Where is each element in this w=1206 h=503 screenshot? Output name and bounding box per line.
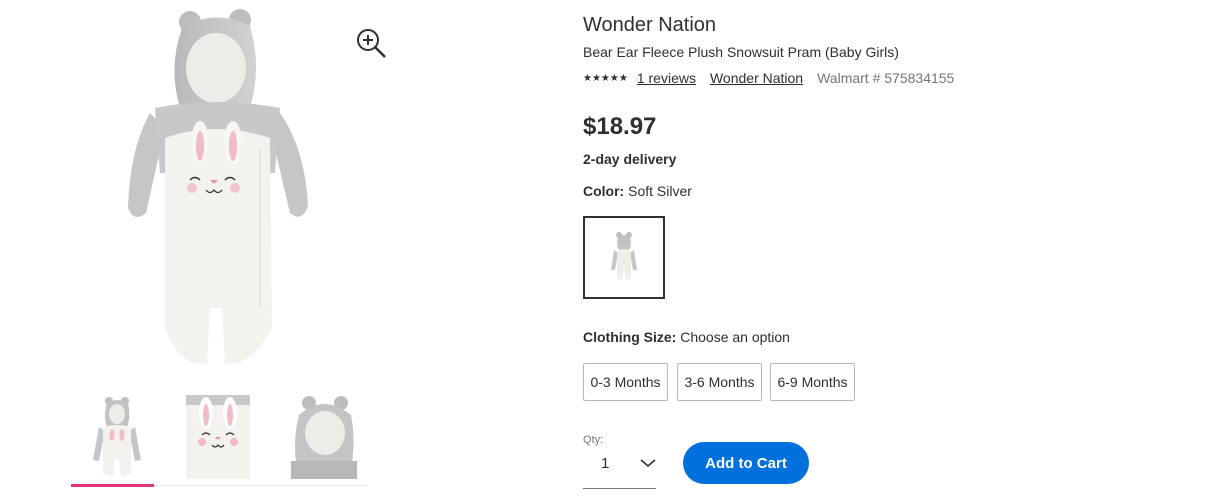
chevron-down-icon xyxy=(640,459,656,468)
size-option-0-3-months[interactable]: 0-3 Months xyxy=(583,363,668,401)
product-meta-row: ★★★★★ 1 reviews Wonder Nation Walmart # … xyxy=(583,70,954,86)
swatch-thumbnail-image xyxy=(611,232,637,280)
thumbnail-hood[interactable] xyxy=(291,395,357,479)
thumbnail-front[interactable] xyxy=(85,395,151,479)
zoom-in-icon[interactable] xyxy=(355,27,387,59)
quantity-label: Qty: xyxy=(583,434,604,446)
price: $18.97 xyxy=(583,113,657,140)
clothing-size-selection: Clothing Size: Choose an option xyxy=(583,329,790,345)
size-label: Clothing Size: xyxy=(583,329,677,345)
size-option-3-6-months[interactable]: 3-6 Months xyxy=(677,363,762,401)
quantity-select[interactable]: 1 xyxy=(583,449,656,489)
size-option-6-9-months[interactable]: 6-9 Months xyxy=(770,363,855,401)
thumbnail-divider xyxy=(154,485,366,486)
size-prompt: Choose an option xyxy=(680,329,790,345)
product-main-image[interactable] xyxy=(110,8,340,373)
add-to-cart-button[interactable]: Add to Cart xyxy=(683,442,809,484)
thumbnail-face-detail[interactable] xyxy=(186,395,250,479)
quantity-value: 1 xyxy=(601,455,610,472)
brand-link[interactable]: Wonder Nation xyxy=(710,70,803,86)
brand-title: Wonder Nation xyxy=(583,14,717,36)
color-value: Soft Silver xyxy=(628,183,692,199)
thumbnail-active-indicator xyxy=(71,484,154,487)
color-label: Color: xyxy=(583,183,625,199)
product-name: Bear Ear Fleece Plush Snowsuit Pram (Bab… xyxy=(583,44,899,60)
delivery-info: 2-day delivery xyxy=(583,151,677,167)
rating-stars: ★★★★★ xyxy=(583,72,628,84)
reviews-link[interactable]: 1 reviews xyxy=(637,70,696,86)
color-swatch-soft-silver[interactable] xyxy=(583,216,665,299)
walmart-number: Walmart # 575834155 xyxy=(817,70,955,86)
color-selection: Color: Soft Silver xyxy=(583,183,692,199)
